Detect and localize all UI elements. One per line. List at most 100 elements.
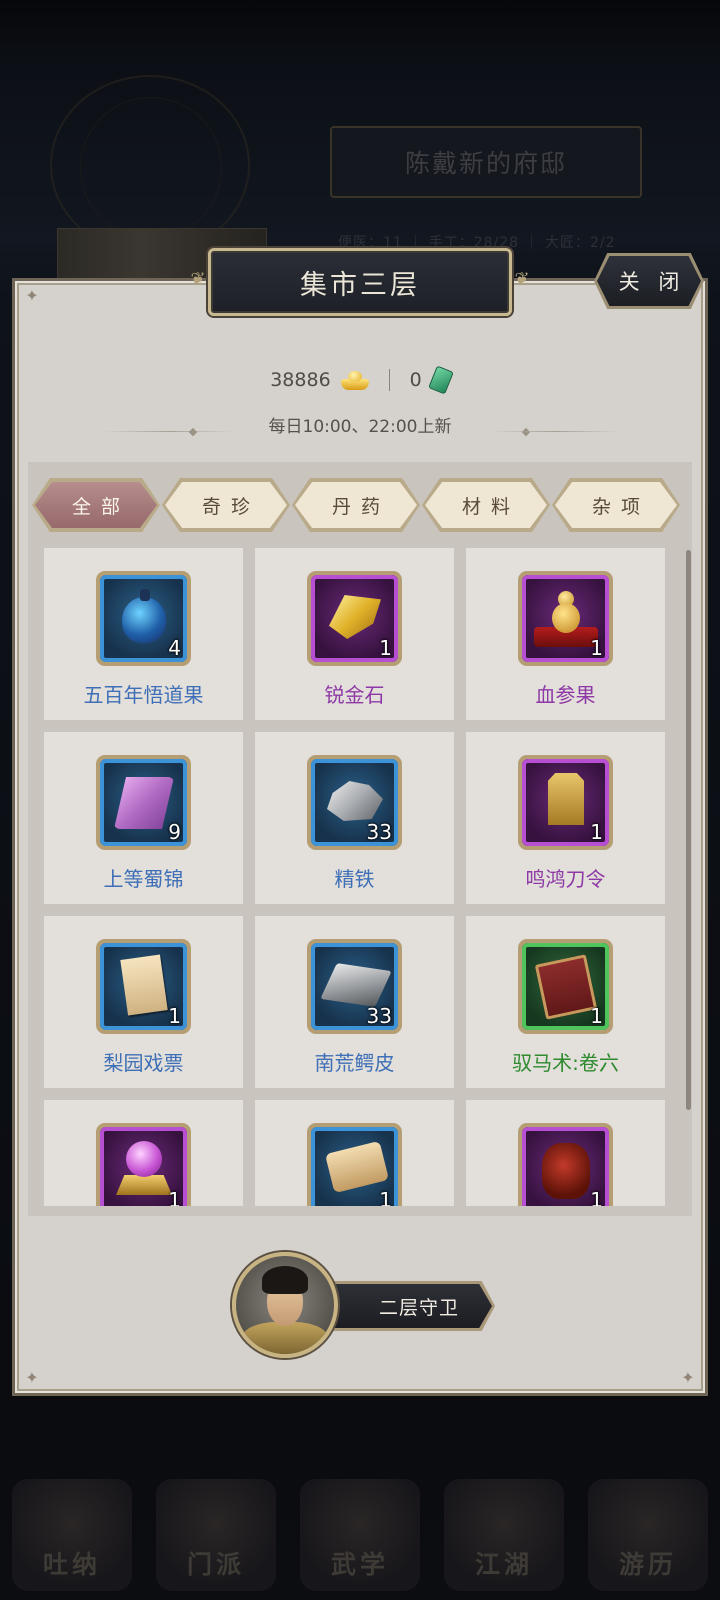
tab-treasures[interactable]: 奇珍 (165, 482, 287, 528)
shop-item[interactable]: 1 锐金石 (255, 548, 454, 720)
orb-stand-icon (116, 1175, 172, 1195)
item-count: 1 (590, 1004, 603, 1028)
refresh-schedule: 每日10:00、22:00上新 (268, 417, 452, 437)
guard-button[interactable]: 二层守卫 (332, 1284, 492, 1328)
tab-label: 杂项 (591, 495, 650, 518)
tab-label: 材料 (461, 495, 520, 518)
ticket-icon (120, 954, 168, 1016)
close-button[interactable]: 关 闭 (597, 256, 701, 306)
item-count: 1 (590, 1188, 603, 1206)
item-name: 南荒鳄皮 (314, 1051, 395, 1075)
item-count: 4 (168, 636, 181, 660)
nav-item-tuna: 吐纳 (12, 1479, 132, 1591)
gold-amount: 38886 (270, 369, 331, 391)
title-wing-ornament: ❦ (514, 269, 530, 290)
item-name: 锐金石 (324, 683, 385, 707)
silk-roll-icon (114, 777, 174, 829)
item-slot: 9 (96, 755, 191, 850)
tab-materials[interactable]: 材料 (425, 482, 547, 528)
guard-label: 二层守卫 (378, 1296, 459, 1319)
item-name: 精铁 (334, 867, 375, 891)
nav-label: 武学 (330, 1550, 389, 1579)
item-count: 1 (379, 636, 392, 660)
golden-gourd-icon (552, 591, 580, 635)
gold-ingot-icon (340, 370, 369, 390)
grid-scrollbar[interactable] (686, 550, 691, 1110)
item-count: 1 (379, 1188, 392, 1206)
manual-book-icon (534, 954, 598, 1020)
purple-orb-icon (126, 1141, 162, 1177)
divider-line (490, 431, 620, 432)
nav-label: 江湖 (474, 1550, 533, 1579)
item-count: 1 (590, 636, 603, 660)
residence-title-plaque: 陈戴新的府邸 (330, 126, 642, 198)
nav-label: 门派 (186, 1550, 245, 1579)
tab-misc[interactable]: 杂项 (555, 482, 677, 528)
residence-title: 陈戴新的府邸 (404, 149, 567, 178)
item-count: 33 (366, 1004, 392, 1028)
item-slot: 1 (307, 1123, 402, 1206)
item-name: 梨园戏票 (103, 1051, 184, 1075)
item-count: 1 (168, 1188, 181, 1206)
tab-label: 奇珍 (201, 495, 260, 518)
corner-ornament: ✦ (681, 1368, 695, 1387)
tab-label: 全部 (71, 495, 130, 518)
item-name: 驭马术:卷六 (512, 1051, 619, 1075)
shop-item[interactable]: 4 五百年悟道果 (44, 548, 243, 720)
panel-title: 集市三层 (300, 269, 420, 301)
bottom-nav: 吐纳 门派 武学 江湖 游历 (0, 1470, 720, 1600)
shop-item[interactable]: 1 (466, 1100, 665, 1206)
nav-item-menpai: 门派 (156, 1479, 276, 1591)
shop-item[interactable]: 9 上等蜀锦 (44, 732, 243, 904)
item-slot: 1 (518, 1123, 613, 1206)
item-count: 33 (366, 820, 392, 844)
nav-label: 游历 (618, 1550, 677, 1579)
shop-item[interactable]: 1 梨园戏票 (44, 916, 243, 1088)
shop-item[interactable]: 1 驭马术:卷六 (466, 916, 665, 1088)
item-count: 1 (590, 820, 603, 844)
shop-item[interactable]: 1 (255, 1100, 454, 1206)
tab-label: 丹药 (331, 495, 390, 518)
item-name: 鸣鸿刀令 (525, 867, 606, 891)
crocodile-hide-icon (320, 963, 392, 1007)
blue-fruit-icon (122, 589, 166, 643)
corner-ornament: ✦ (25, 1368, 39, 1387)
item-slot: 1 (96, 939, 191, 1034)
shop-item[interactable]: 1 鸣鸿刀令 (466, 732, 665, 904)
jade-token-icon (427, 365, 454, 395)
shop-item[interactable]: 33 南荒鳄皮 (255, 916, 454, 1088)
item-slot: 4 (96, 571, 191, 666)
tab-pills[interactable]: 丹药 (295, 482, 417, 528)
tab-all[interactable]: 全部 (35, 482, 157, 528)
nav-item-youli: 游历 (588, 1479, 708, 1591)
bronze-token-icon (548, 773, 584, 825)
item-slot: 1 (518, 755, 613, 850)
nav-item-wuxue: 武学 (300, 1479, 420, 1591)
shop-item[interactable]: 1 (44, 1100, 243, 1206)
item-slot: 1 (96, 1123, 191, 1206)
item-slot: 33 (307, 755, 402, 850)
shop-item[interactable]: 33 精铁 (255, 732, 454, 904)
item-grid[interactable]: 4 五百年悟道果 1 锐金石 1 血参果 9 上等蜀锦 33 精铁 1 鸣鸿刀令… (44, 548, 676, 1206)
guard-armor (242, 1322, 328, 1354)
wine-jar-icon (542, 1143, 590, 1199)
scroll-icon (324, 1140, 390, 1194)
item-slot: 33 (307, 939, 402, 1034)
iron-ore-icon (327, 781, 383, 821)
item-name: 血参果 (535, 683, 596, 707)
item-slot: 1 (518, 571, 613, 666)
corner-ornament: ✦ (25, 286, 39, 305)
shop-item[interactable]: 1 血参果 (466, 548, 665, 720)
currency-bar: 38886 0 (0, 365, 720, 395)
currency-divider (388, 369, 390, 391)
guard-avatar[interactable] (232, 1252, 338, 1358)
nav-label: 吐纳 (42, 1550, 101, 1579)
guard-hair (262, 1266, 308, 1294)
item-slot: 1 (518, 939, 613, 1034)
title-wing-ornament: ❦ (190, 269, 206, 290)
item-name: 五百年悟道果 (83, 683, 204, 707)
item-count: 1 (168, 1004, 181, 1028)
jade-amount: 0 (409, 369, 422, 391)
gold-ore-icon (329, 595, 381, 639)
panel-title-plate: 集市三层 (208, 248, 512, 316)
